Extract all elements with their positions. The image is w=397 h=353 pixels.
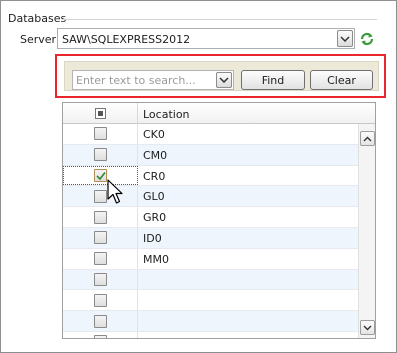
row-checkbox[interactable]: [93, 272, 107, 286]
chevron-down-icon: [340, 35, 350, 42]
row-checkbox[interactable]: [93, 231, 107, 245]
row-checkbox-cell[interactable]: [63, 165, 138, 186]
location-cell: GR0: [143, 211, 167, 225]
location-cell: MM0: [143, 252, 169, 266]
server-label: Server:: [20, 33, 60, 46]
search-combo[interactable]: [72, 70, 234, 90]
chevron-down-icon: [219, 77, 229, 83]
refresh-button[interactable]: [358, 30, 376, 48]
row-checkbox-cell[interactable]: [63, 311, 138, 331]
row-checkbox[interactable]: [93, 252, 107, 266]
location-cell: GL0: [143, 190, 165, 204]
location-cell: CM0: [143, 148, 168, 162]
databases-panel: Databases Server: SAW\SQLEXPRESS2012 Fin…: [0, 0, 397, 353]
server-value: SAW\SQLEXPRESS2012: [62, 33, 191, 46]
scroll-up-icon: [363, 136, 372, 141]
row-checkbox-cell[interactable]: [63, 248, 138, 269]
search-input[interactable]: [73, 71, 215, 89]
location-cell: CR0: [143, 169, 166, 183]
table-row[interactable]: CK0: [63, 124, 358, 145]
select-all-checkbox[interactable]: [94, 108, 106, 119]
table-row[interactable]: GR0: [63, 207, 358, 228]
row-checkbox-cell[interactable]: [63, 331, 138, 338]
location-cell: ID0: [143, 231, 162, 245]
row-checkbox-cell[interactable]: [63, 207, 138, 227]
search-toolbar: Find Clear: [64, 61, 379, 91]
row-checkbox[interactable]: [93, 148, 107, 162]
clear-button[interactable]: Clear: [310, 70, 373, 90]
row-checkbox[interactable]: [94, 168, 107, 182]
row-checkbox-cell[interactable]: [63, 186, 138, 207]
refresh-icon: [360, 32, 374, 46]
row-checkbox-cell[interactable]: [63, 144, 138, 165]
table-row[interactable]: [63, 311, 358, 332]
vertical-scrollbar[interactable]: [358, 124, 375, 338]
location-cell: CK0: [143, 128, 165, 141]
group-title: Databases: [8, 12, 67, 25]
scroll-down-icon: [363, 325, 372, 330]
find-button[interactable]: Find: [241, 70, 305, 90]
table-row[interactable]: MM0: [63, 248, 358, 270]
row-checkbox-cell[interactable]: [63, 227, 138, 248]
row-checkbox[interactable]: [93, 210, 107, 224]
row-checkbox-cell[interactable]: [63, 124, 138, 144]
table-row[interactable]: [63, 269, 358, 291]
grid-header: Location: [63, 103, 375, 124]
row-checkbox-cell[interactable]: [63, 269, 138, 290]
server-select[interactable]: SAW\SQLEXPRESS2012: [57, 28, 355, 49]
group-divider: [63, 19, 377, 20]
row-checkbox[interactable]: [93, 293, 107, 307]
server-dropdown-button[interactable]: [337, 30, 353, 47]
table-row[interactable]: [63, 331, 358, 338]
row-checkbox[interactable]: [93, 314, 107, 328]
row-checkbox-cell[interactable]: [63, 290, 138, 311]
row-checkbox[interactable]: [93, 335, 107, 338]
search-dropdown-button[interactable]: [216, 72, 232, 88]
row-checkbox[interactable]: [93, 127, 107, 141]
row-checkbox[interactable]: [93, 189, 107, 203]
table-row[interactable]: ID0: [63, 227, 358, 249]
column-header-location[interactable]: Location: [143, 108, 190, 121]
scroll-up-button[interactable]: [360, 131, 375, 146]
scroll-down-button[interactable]: [360, 320, 375, 335]
checkmark-icon: [96, 171, 106, 181]
search-panel-highlight: Find Clear: [55, 54, 386, 98]
grid-rows: CK0 CM0 CR0 GL0 GR0 ID0 MM0: [63, 124, 358, 338]
mouse-cursor-icon: [107, 179, 123, 204]
header-select-all-cell[interactable]: [63, 103, 138, 124]
location-grid: Location CK0 CM0 CR0 GL0 GR0 ID0 MM0: [62, 102, 376, 339]
table-row[interactable]: CM0: [63, 144, 358, 166]
table-row[interactable]: [63, 290, 358, 312]
